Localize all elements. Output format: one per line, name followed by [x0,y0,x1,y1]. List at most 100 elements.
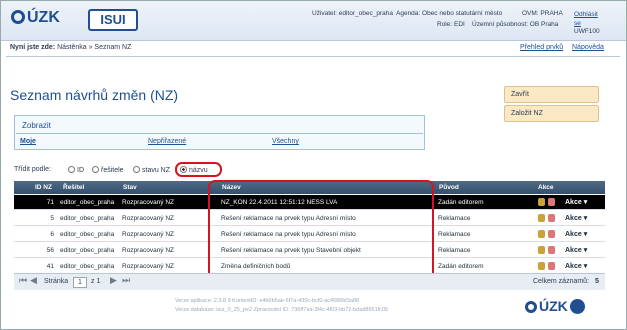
page-input[interactable]: 1 [73,277,87,288]
sort-label: Třídit podle: [14,166,51,173]
th-puvod[interactable]: Původ [439,184,459,191]
filter-title: Zobrazit [22,121,51,130]
cell-resitel: editor_obec_praha [60,215,115,222]
logout-code: UWF100 [574,28,600,35]
sort-option-resitel[interactable]: řešitele [88,166,124,174]
cell-stav: Rozpracovaný NZ [122,199,175,206]
cuzk-logo[interactable]: ÚZK [11,9,60,27]
filter-panel: Zobrazit Moje Nepřiřazené Všechny [14,115,425,150]
scope-label: Územní působnost: OB Praha [472,21,559,28]
cell-resitel: editor_obec_praha [60,263,115,270]
cell-stav: Rozpracovaný NZ [122,263,175,270]
th-id[interactable]: ID NZ [35,184,52,191]
cell-id: 5 [50,215,54,222]
sort-option-label: ID [77,167,84,174]
akce-dropdown[interactable]: Akce ▾ [565,214,587,222]
cell-puvod: Reklamace [438,247,471,254]
sort-option-id[interactable]: ID [64,166,84,174]
table-footer: ⏮ ◀ Stránka 1 z 1 ▶ ⏭ Celkem záznamů: 5 [14,273,605,290]
breadcrumb: Nyní jste zde: Nástěnka » Seznam NZ [10,44,131,51]
close-button[interactable]: Zavřít [504,86,599,103]
ovm-label: OVM: PRAHA [522,10,563,17]
filter-divider [16,133,423,134]
edit-icon[interactable] [548,198,555,206]
prev-page-icon[interactable]: ◀ [30,275,37,286]
breadcrumb-path[interactable]: Nástěnka » Seznam NZ [57,44,131,51]
detail-icon[interactable] [538,230,545,238]
overview-link[interactable]: Přehled prvků [520,44,563,51]
create-nz-button[interactable]: Založit NZ [504,105,599,122]
th-resitel[interactable]: Řešitel [63,184,84,191]
cuzk-logo-text: ÚZK [27,9,60,26]
next-page-icon[interactable]: ▶ [110,275,117,286]
page-of: z 1 [91,278,101,285]
filter-mine-link[interactable]: Moje [20,138,36,145]
akce-label: Akce [565,231,582,238]
breadcrumb-prefix: Nyní jste zde: [10,44,56,51]
edit-icon[interactable] [548,214,555,222]
akce-dropdown[interactable]: Akce ▾ [565,262,587,270]
isui-logo[interactable]: ISUI [88,9,138,31]
cell-stav: Rozpracovaný NZ [122,231,175,238]
cuzk-logo-icon [11,10,25,24]
role-label: Role: EDI [437,21,465,28]
edit-icon[interactable] [548,246,555,254]
akce-dropdown[interactable]: Akce ▾ [565,246,587,254]
logout-link[interactable]: Odhlásit se [574,10,598,28]
cell-stav: Rozpracovaný NZ [122,247,175,254]
cell-id: 41 [46,263,54,270]
sort-option-label: řešitele [101,167,124,174]
cell-id: 56 [46,247,54,254]
sort-option-stav[interactable]: stavu NZ [129,166,170,174]
sort-option-label: stavu NZ [142,167,171,174]
chevron-down-icon: ▾ [583,231,588,238]
detail-icon[interactable] [538,198,545,206]
th-stav[interactable]: Stav [123,184,137,191]
cuzk-footer-logo: ÚZK [525,298,585,314]
detail-icon[interactable] [538,214,545,222]
detail-icon[interactable] [538,262,545,270]
edit-icon[interactable] [548,230,555,238]
chevron-down-icon: ▾ [583,215,588,222]
detail-icon[interactable] [538,246,545,254]
filter-unassigned-link[interactable]: Nepřiřazené [148,138,186,145]
akce-dropdown[interactable]: Akce ▾ [565,230,587,238]
cell-resitel: editor_obec_praha [60,247,115,254]
radio-icon[interactable] [68,166,75,173]
user-label: Uživatel: editor_obec_praha [312,10,393,17]
th-akce: Akce [538,184,554,191]
cell-id: 6 [50,231,54,238]
akce-label: Akce [565,247,582,254]
cell-puvod: Zadán editorem [438,263,484,270]
chevron-down-icon: ▾ [583,199,588,206]
chevron-down-icon: ▾ [583,263,588,270]
cuzk-badge-icon [569,299,585,314]
chevron-down-icon: ▾ [583,247,588,254]
divider [6,56,620,57]
cell-id: 71 [46,199,54,206]
akce-label: Akce [565,199,582,206]
first-page-icon[interactable]: ⏮ [19,275,27,286]
cell-resitel: editor_obec_praha [60,231,115,238]
last-page-icon[interactable]: ⏭ [122,275,130,286]
cell-resitel: editor_obec_praha [60,199,115,206]
radio-icon[interactable] [133,166,140,173]
akce-dropdown[interactable]: Akce ▾ [565,198,587,206]
version-line-1: Verze aplikace: 2.3.8.9 KontextID: e4b0b… [175,298,360,304]
total-label: Celkem záznamů: [533,278,590,285]
highlight-sort-ring [175,162,222,177]
cell-puvod: Reklamace [438,215,471,222]
page-label: Stránka [44,278,69,285]
filter-all-link[interactable]: Všechny [272,138,299,145]
edit-icon[interactable] [548,262,555,270]
cell-stav: Rozpracovaný NZ [122,215,175,222]
cuzk-footer-logo-text: ÚZK [539,298,568,314]
help-link[interactable]: Nápověda [572,44,604,51]
cell-puvod: Zadán editorem [438,199,484,206]
highlight-name-column [208,180,434,280]
cuzk-footer-logo-icon [525,301,537,313]
akce-label: Akce [565,215,582,222]
agenda-label: Agenda: Obec nebo statutární město [396,10,503,17]
total-value: 5 [595,278,599,285]
radio-icon[interactable] [92,166,99,173]
